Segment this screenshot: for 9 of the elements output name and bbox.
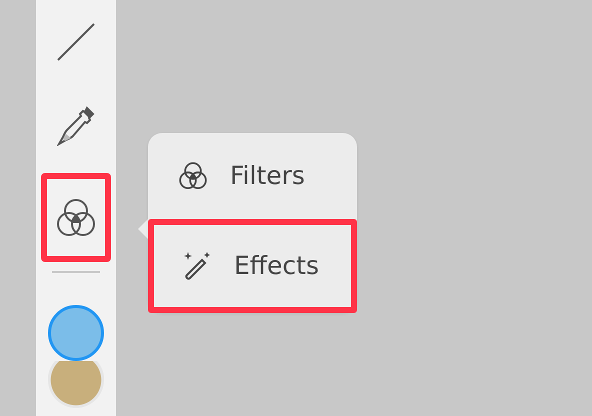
- menu-item[interactable]: Filters: [148, 133, 357, 219]
- color-swatch[interactable]: [48, 361, 104, 408]
- filters-tool-button[interactable]: [41, 173, 111, 262]
- line-icon: [56, 22, 96, 62]
- filters-icon: [178, 161, 208, 191]
- eyedropper-icon: [57, 106, 95, 146]
- magic-wand-icon: [182, 251, 212, 281]
- menu-item[interactable]: Effects: [148, 219, 357, 313]
- filters-icon: [55, 198, 97, 238]
